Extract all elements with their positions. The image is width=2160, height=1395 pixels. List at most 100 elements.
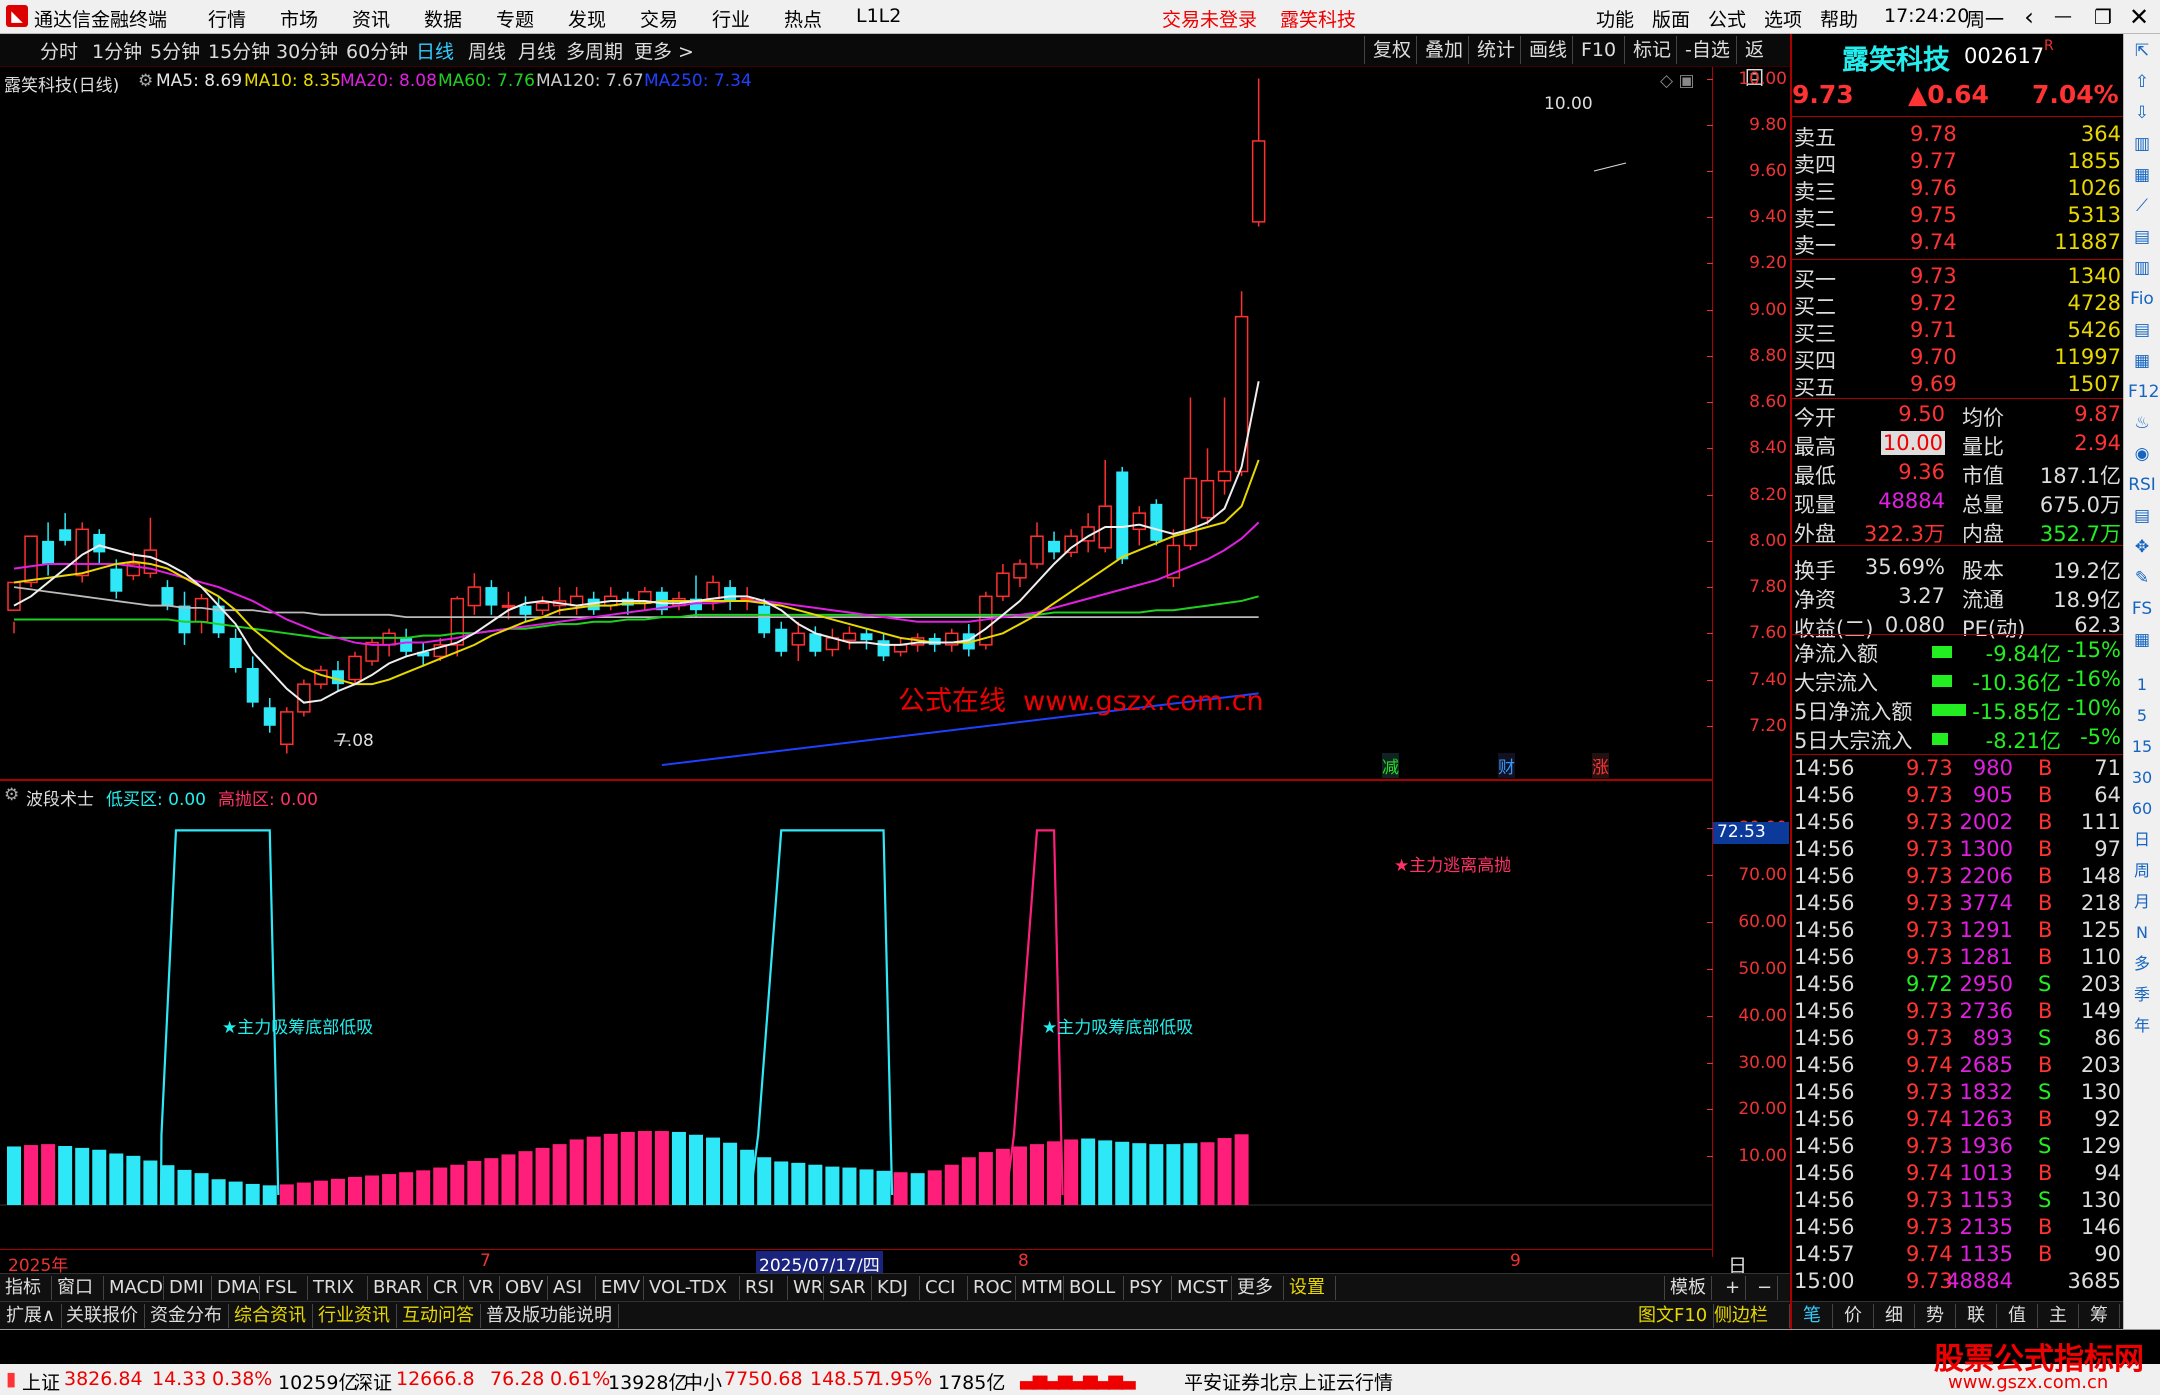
side-tool-icon[interactable]: ⇩ (2128, 100, 2156, 126)
side-period-icon[interactable]: 周 (2128, 858, 2156, 884)
side-tool-icon[interactable]: ▥ (2128, 255, 2156, 281)
tool-overlay[interactable]: 叠加 (1416, 36, 1471, 64)
period-monthly[interactable]: 月线 (518, 37, 556, 64)
tool-f10[interactable]: F10 (1572, 36, 1624, 64)
indicator-tab-rsi[interactable]: RSI (740, 1276, 788, 1300)
side-period-icon[interactable]: 年 (2128, 1013, 2156, 1039)
indicator-tab-cci[interactable]: CCI (920, 1276, 968, 1300)
nav-f10-graphic[interactable]: 图文F10 (1632, 1304, 1715, 1328)
side-tool-icon[interactable]: ▤ (2128, 503, 2156, 529)
indicator-tab-vr[interactable]: VR (464, 1276, 500, 1300)
indicator-tab-更多[interactable]: 更多 (1232, 1276, 1284, 1300)
side-tool-icon[interactable]: ▤ (2128, 224, 2156, 250)
indicator-tab-vol-tdx[interactable]: VOL-TDX (644, 1276, 740, 1300)
nav-related-quotes[interactable]: 关联报价 (60, 1304, 145, 1328)
indicator-tab-设置[interactable]: 设置 (1284, 1276, 1336, 1300)
nav-qa[interactable]: 互动问答 (396, 1304, 481, 1328)
fund-flow-row[interactable]: 大宗流入 -10.36亿 -16% (1792, 667, 2125, 695)
period-more[interactable]: 更多 > (634, 37, 694, 64)
fund-flow-row[interactable]: 净流入额 -9.84亿 -15% (1792, 638, 2125, 666)
tool-stats[interactable]: 统计 (1468, 36, 1523, 64)
menu-help[interactable]: 帮助 (1820, 5, 1858, 32)
side-tool-icon[interactable]: ▦ (2128, 348, 2156, 374)
menu-trade[interactable]: 交易 (640, 5, 678, 32)
ask-row[interactable]: 卖二 9.75 5313 (1792, 203, 2125, 231)
bid-row[interactable]: 买三 9.71 5426 (1792, 318, 2125, 346)
side-tool-icon[interactable]: ♨ (2128, 410, 2156, 436)
bid-row[interactable]: 买一 9.73 1340 (1792, 264, 2125, 292)
restore-icon[interactable]: ❐ (2086, 2, 2120, 32)
side-tool-icon[interactable]: ◉ (2128, 441, 2156, 467)
settings-icon[interactable]: ⚙ (138, 71, 153, 91)
broker-name[interactable]: 平安证券北京上证云行情 (1184, 1368, 1393, 1395)
menu-function[interactable]: 功能 (1596, 5, 1634, 32)
menu-data[interactable]: 数据 (424, 5, 462, 32)
indicator-tab-指标[interactable]: 指标 (0, 1276, 52, 1300)
ask-row[interactable]: 卖一 9.74 11887 (1792, 230, 2125, 258)
side-period-icon[interactable]: 5 (2128, 703, 2156, 729)
ask-row[interactable]: 卖三 9.76 1026 (1792, 176, 2125, 204)
panel-tab[interactable]: 势 (1915, 1304, 1956, 1328)
ask-row[interactable]: 卖四 9.77 1855 (1792, 149, 2125, 177)
side-tool-icon[interactable]: ✎ (2128, 565, 2156, 591)
panel-tab[interactable]: 细 (1874, 1304, 1915, 1328)
sme-name[interactable]: 中小 (684, 1368, 722, 1395)
indicator-tab-mcst[interactable]: MCST (1172, 1276, 1232, 1300)
panel-tab[interactable]: 联 (1956, 1304, 1997, 1328)
indicator-tab-mtm[interactable]: MTM (1016, 1276, 1064, 1300)
menu-options[interactable]: 选项 (1764, 5, 1802, 32)
side-period-icon[interactable]: 15 (2128, 734, 2156, 760)
event-mark-finance[interactable]: 财 (1498, 753, 1515, 778)
side-tool-icon[interactable]: ▦ (2128, 627, 2156, 653)
menu-discover[interactable]: 发现 (568, 5, 606, 32)
period-tick[interactable]: 分时 (40, 37, 78, 64)
indicator-tab-kdj[interactable]: KDJ (872, 1276, 920, 1300)
menu-layout[interactable]: 版面 (1652, 5, 1690, 32)
remove-window-button[interactable]: − (1752, 1276, 1779, 1300)
side-period-icon[interactable]: 30 (2128, 765, 2156, 791)
indicator-tab-macd[interactable]: MACD (104, 1276, 164, 1300)
side-period-icon[interactable]: 日 (2128, 827, 2156, 853)
indicator-tab-窗口[interactable]: 窗口 (52, 1276, 104, 1300)
panel-tab[interactable]: 筹 (2079, 1304, 2120, 1328)
nav-fund-distribution[interactable]: 资金分布 (144, 1304, 229, 1328)
period-multi[interactable]: 多周期 (566, 37, 623, 64)
side-tool-icon[interactable]: RSI (2128, 472, 2156, 498)
panel-tab[interactable]: 价 (1833, 1304, 1874, 1328)
template-button[interactable]: 模板 (1664, 1276, 1712, 1300)
indicator-tab-brar[interactable]: BRAR (368, 1276, 428, 1300)
menu-industry[interactable]: 行业 (712, 5, 750, 32)
indicator-tab-emv[interactable]: EMV (596, 1276, 644, 1300)
menu-quotes[interactable]: 行情 (208, 5, 246, 32)
indicator-tab-dma[interactable]: DMA (212, 1276, 260, 1300)
ask-row[interactable]: 卖五 9.78 364 (1792, 122, 2125, 150)
period-30min[interactable]: 30分钟 (276, 37, 338, 64)
nav-sidebar-toggle[interactable]: 侧边栏《 (1708, 1304, 1790, 1350)
szse-name[interactable]: 深证 (354, 1368, 392, 1395)
side-tool-icon[interactable]: ▦ (2128, 162, 2156, 188)
indicator-tab-wr[interactable]: WR (788, 1276, 824, 1300)
trade-login-status[interactable]: 交易未登录 (1162, 5, 1257, 32)
menu-formula[interactable]: 公式 (1708, 5, 1746, 32)
period-daily[interactable]: 日线 (416, 37, 454, 64)
event-mark-reduce[interactable]: 减 (1382, 753, 1399, 778)
indicator-tab-asi[interactable]: ASI (548, 1276, 596, 1300)
panel-tab[interactable]: 主 (2038, 1304, 2079, 1328)
event-mark-limit-up[interactable]: 涨 (1592, 753, 1609, 778)
bid-row[interactable]: 买四 9.70 11997 (1792, 345, 2125, 373)
menu-hot[interactable]: 热点 (784, 5, 822, 32)
indicator-tab-psy[interactable]: PSY (1124, 1276, 1172, 1300)
back-icon[interactable]: ‹ (2012, 2, 2046, 32)
sse-name[interactable]: 上证 (22, 1368, 60, 1395)
indicator-tab-cr[interactable]: CR (428, 1276, 464, 1300)
panel-tab[interactable]: 笔 (1792, 1304, 1833, 1328)
indicator-tab-dmi[interactable]: DMI (164, 1276, 212, 1300)
indicator-tab-boll[interactable]: BOLL (1064, 1276, 1124, 1300)
indicator-chart[interactable]: ⚙ 波段术士 低买区: 0.00 高抛区: 0.00 ★主力吸筹底部低吸 ★主力… (0, 779, 1712, 1249)
tool-mark[interactable]: 标记 (1624, 36, 1679, 64)
side-period-icon[interactable]: 60 (2128, 796, 2156, 822)
fund-flow-row[interactable]: 5日净流入额 -15.85亿 -10% (1792, 696, 2125, 724)
side-tool-icon[interactable]: ▤ (2128, 317, 2156, 343)
nav-general-news[interactable]: 综合资讯 (228, 1304, 313, 1328)
nav-feature-guide[interactable]: 普及版功能说明 (480, 1304, 619, 1328)
